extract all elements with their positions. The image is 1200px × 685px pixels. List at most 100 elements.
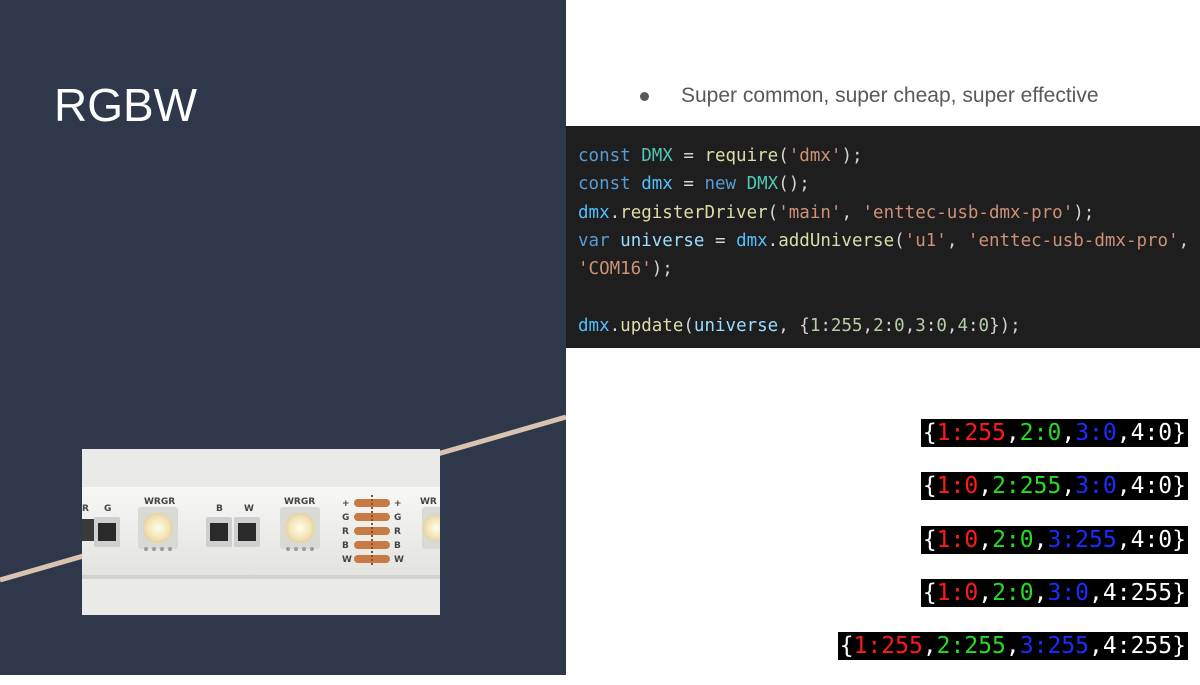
code-token: addUniverse (778, 230, 895, 251)
code-token: . (609, 315, 621, 336)
dmx-channel-ch2: 2:0 (1019, 420, 1062, 446)
solder-right-r: R (394, 527, 401, 537)
code-token: 0 (936, 315, 947, 336)
solder-left-g: G (342, 513, 349, 523)
code-token: require (704, 146, 779, 166)
code-token: = (672, 146, 705, 166)
dmx-punctuation: } (1172, 473, 1186, 500)
code-token: : (925, 315, 937, 336)
code-token: 'main' (778, 202, 842, 223)
code-token: ( (894, 230, 905, 251)
code-token: , (946, 315, 958, 336)
code-token: dmx (578, 202, 610, 223)
solder-right-w: W (394, 555, 404, 565)
dmx-value-row: {1:255,2:0,3:0,4:0} (920, 419, 1188, 447)
solder-right-b: B (394, 541, 401, 551)
dmx-punctuation: , (1061, 473, 1076, 500)
code-token: var (578, 230, 610, 251)
code-token: 'dmx' (788, 146, 842, 166)
code-block: const DMX = require('dmx'); const dmx = n… (566, 126, 1200, 348)
code-token: , { (778, 315, 810, 336)
dmx-channel-ch4: 4:255 (1102, 633, 1173, 660)
dmx-channel-ch2: 2:0 (992, 526, 1034, 553)
code-token: , (1178, 230, 1190, 251)
dmx-punctuation: { (839, 633, 854, 660)
dmx-punctuation: , (1089, 633, 1103, 660)
code-line: const dmx = new DMX(); (578, 170, 1188, 198)
dmx-punctuation: , (978, 473, 993, 500)
led-strip-illustration: R G WRGR B W WRGR + G R B W + G R B W WR (82, 449, 440, 615)
dmx-value-row: {1:0,2:255,3:0,4:0} (920, 472, 1188, 501)
left-panel: RGBW R G WRGR B W WRGR + G R B W + G R B… (0, 0, 566, 675)
code-token: ( (683, 315, 694, 336)
code-line: dmx.registerDriver('main', 'enttec-usb-d… (578, 199, 1188, 227)
dmx-value-row: {1:255,2:255,3:255,4:255} (837, 632, 1188, 661)
dmx-channel-ch2: 2:255 (936, 633, 1006, 660)
code-token: (); (778, 174, 810, 195)
code-token: = (672, 174, 705, 195)
dmx-punctuation: } (1172, 633, 1186, 660)
code-line: 'COM16'); (578, 255, 1188, 283)
dmx-channel-ch3: 3:255 (1047, 526, 1117, 553)
photo-label-r: R (82, 504, 89, 514)
dmx-punctuation: , (978, 526, 993, 553)
code-line: dmx.update(universe, {1:255,2:0,3:0,4:0}… (578, 312, 1188, 340)
code-token: dmx (736, 230, 768, 251)
code-token: , (946, 230, 968, 251)
dmx-channel-ch1: 1:0 (936, 526, 979, 553)
code-token: . (609, 202, 621, 223)
code-token: DMX (746, 174, 779, 195)
led-strip-photo: R G WRGR B W WRGR + G R B W + G R B W WR (82, 449, 440, 615)
dmx-value-list: {1:255,2:0,3:0,4:0} {1:0,2:255,3:0,4:0} {1… (837, 419, 1188, 685)
code-token: 1 (809, 315, 821, 336)
code-token: : (968, 315, 979, 336)
code-token: 'enttec-usb-dmx-pro' (967, 230, 1179, 251)
dmx-punctuation: , (1033, 579, 1048, 606)
code-token: 'u1' (904, 230, 947, 251)
photo-label-chip-a: WRGR (144, 497, 175, 507)
code-token: update (620, 315, 684, 336)
dmx-punctuation: , (1005, 420, 1020, 446)
code-token: . (767, 230, 779, 251)
code-token: 4 (957, 315, 968, 336)
code-token: const (578, 146, 631, 166)
dmx-punctuation: , (1005, 633, 1020, 660)
code-token: , (841, 202, 863, 223)
dmx-punctuation: , (1116, 420, 1131, 446)
code-token: 2 (873, 315, 884, 336)
dmx-channel-ch3: 3:0 (1047, 579, 1090, 606)
photo-label-chip-b: WRGR (284, 497, 315, 507)
dmx-value-row: {1:0,2:0,3:255,4:0} (920, 525, 1188, 554)
dmx-punctuation: , (922, 633, 937, 660)
code-token: ); (651, 259, 673, 280)
photo-label-b: B (216, 504, 223, 514)
code-token: = (704, 230, 737, 251)
code-line: const DMX = require('dmx'); (578, 142, 1188, 170)
solder-right-plus: + (394, 499, 402, 509)
code-token: 0 (894, 315, 905, 336)
solder-right-g: G (394, 513, 401, 523)
code-token: ( (778, 146, 789, 166)
code-token: : (883, 315, 895, 336)
code-token: 0 (978, 315, 990, 336)
dmx-channel-ch2: 2:0 (992, 579, 1034, 606)
solder-left-w: W (342, 555, 352, 565)
dmx-channel-ch4: 4:255 (1102, 579, 1173, 606)
dmx-punctuation: } (1172, 526, 1186, 553)
dmx-channel-ch4: 4:0 (1130, 526, 1173, 553)
dmx-punctuation: { (922, 473, 937, 500)
code-token: 255 (830, 315, 863, 336)
dmx-channel-ch3: 3:0 (1075, 420, 1117, 446)
dmx-punctuation: , (1089, 579, 1103, 606)
dmx-punctuation: , (1061, 420, 1076, 446)
dmx-punctuation: { (922, 579, 937, 606)
dmx-punctuation: } (1172, 579, 1186, 606)
code-token: universe (693, 315, 779, 336)
code-token: 'enttec-usb-dmx-pro' (862, 202, 1074, 223)
dmx-channel-ch1: 1:255 (853, 633, 923, 660)
code-token: DMX (641, 146, 673, 166)
